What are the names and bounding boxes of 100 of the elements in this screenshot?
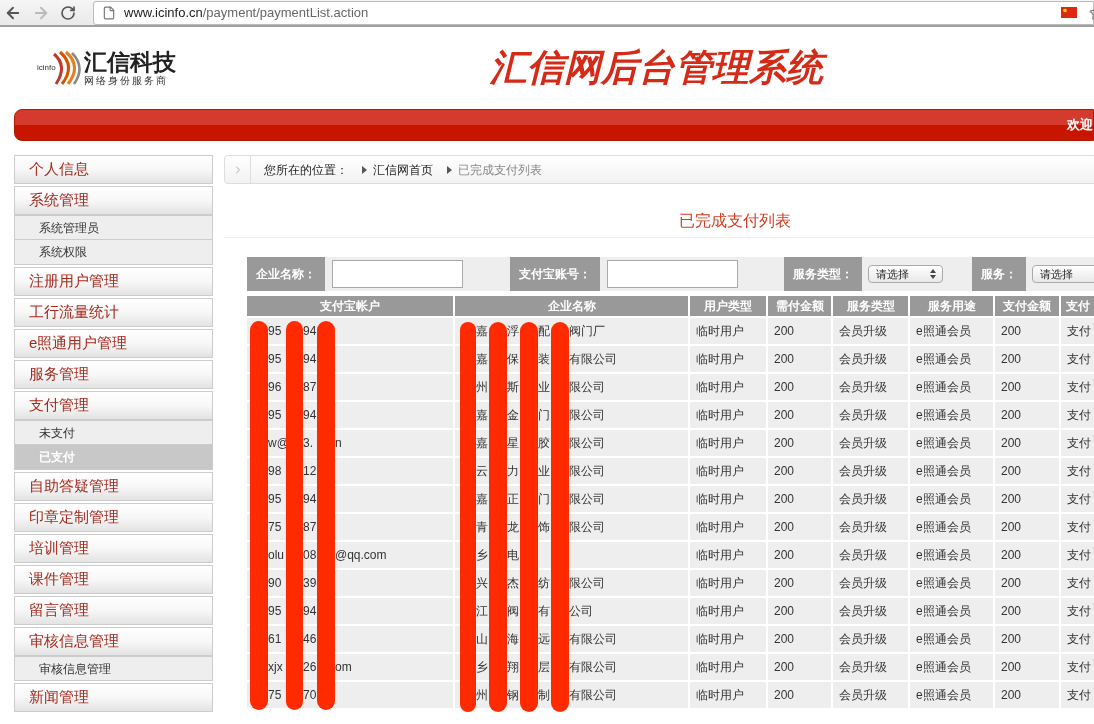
cell-text: n xyxy=(335,435,343,452)
select-dropdown[interactable]: 请选择 xyxy=(868,265,943,283)
sidebar-item[interactable]: 培训管理 xyxy=(14,534,213,563)
sidebar-item[interactable]: 留言管理 xyxy=(14,596,213,625)
cell-text: 95 xyxy=(268,323,283,340)
table-cell: e照通会员 xyxy=(910,626,993,652)
cell-text: 3. xyxy=(303,435,314,452)
sidebar-item[interactable]: 审核信息管理 xyxy=(14,627,213,656)
cell-text: 力 xyxy=(507,463,520,480)
table-cell: 会员升级 xyxy=(833,514,908,540)
table-cell: 临时用户 xyxy=(690,626,766,652)
breadcrumb-link[interactable]: 汇信网首页 xyxy=(373,160,433,179)
select-dropdown[interactable]: 请选择 xyxy=(1032,265,1094,283)
table-cell: 支付 xyxy=(1061,458,1094,484)
sidebar-item[interactable]: 自助答疑管理 xyxy=(14,472,213,501)
table-cell: 支付 xyxy=(1061,598,1094,624)
column-header: 服务类型 xyxy=(833,296,908,316)
cell-text: 94 xyxy=(303,407,317,424)
cell-text: 限公司 xyxy=(569,379,606,396)
table-cell: 临时用户 xyxy=(690,570,766,596)
table-cell: 会员升级 xyxy=(833,542,908,568)
logo-name: 汇信科技 xyxy=(83,49,176,75)
cell-text: 兴 xyxy=(476,575,489,592)
sidebar-item[interactable]: 工行流量统计 xyxy=(14,298,213,327)
cell-text: 限公司 xyxy=(569,407,606,424)
table-cell: e照通会员 xyxy=(910,430,993,456)
column-header: 支付宝帐户 xyxy=(247,296,453,316)
table-cell: 会员升级 xyxy=(833,430,908,456)
text-input[interactable] xyxy=(332,260,463,288)
table-cell: e照通会员 xyxy=(910,402,993,428)
sidebar-item[interactable]: 新闻管理 xyxy=(14,683,213,712)
cell-text: 青 xyxy=(476,519,489,536)
table-cell: 会员升级 xyxy=(833,458,908,484)
cell-text: om xyxy=(335,659,353,676)
text-input[interactable] xyxy=(607,260,738,288)
sidebar-subitem[interactable]: 系统管理员 xyxy=(14,215,213,240)
table-cell: 200 xyxy=(995,654,1059,680)
sidebar-subitem[interactable]: 审核信息管理 xyxy=(14,656,213,681)
cell-text: 乡 xyxy=(476,659,489,676)
cell-text: 金 xyxy=(507,407,520,424)
table-cell: 200 xyxy=(995,598,1059,624)
reload-icon[interactable] xyxy=(60,4,76,21)
sidebar-subitem[interactable]: 未支付 xyxy=(14,420,213,445)
cell-text: 70 xyxy=(303,687,317,704)
filter-label: 企业名称： xyxy=(247,257,325,291)
triangle-right-icon xyxy=(447,165,452,174)
triangle-right-icon xyxy=(362,165,367,174)
sidebar-item[interactable]: 服务管理 xyxy=(14,360,213,389)
cell-text: 龙 xyxy=(507,519,520,536)
filter-label: 服务类型： xyxy=(784,257,862,291)
column-header: 支付 xyxy=(1061,296,1094,316)
cell-text: 嘉 xyxy=(476,407,489,424)
table-cell: 临时用户 xyxy=(690,598,766,624)
cell-text: 浮 xyxy=(507,323,520,340)
table-cell: e照通会员 xyxy=(910,346,993,372)
cell-text: 有限公司 xyxy=(569,631,618,648)
sidebar-item[interactable]: 个人信息 xyxy=(14,155,213,184)
table-cell: 支付 xyxy=(1061,626,1094,652)
sidebar-item[interactable]: 课件管理 xyxy=(14,565,213,594)
address-bar[interactable]: www.icinfo.cn/payment/paymentList.action xyxy=(93,0,1094,25)
column-header: 用户类型 xyxy=(690,296,766,316)
table-cell: 会员升级 xyxy=(833,626,908,652)
sidebar-item[interactable]: e照通用户管理 xyxy=(14,329,213,358)
table-cell: 200 xyxy=(768,402,831,428)
sidebar-item[interactable]: 印章定制管理 xyxy=(14,503,213,532)
table-cell: e照通会员 xyxy=(910,318,993,344)
flag-icon xyxy=(1061,7,1077,18)
cell-text: 限公司 xyxy=(569,519,606,536)
sidebar-item[interactable]: 系统管理 xyxy=(14,186,213,215)
table-cell: e照通会员 xyxy=(910,458,993,484)
table-cell: 临时用户 xyxy=(690,318,766,344)
cell-text: 有限公司 xyxy=(569,351,618,368)
cell-text: 96 xyxy=(268,379,283,396)
cell-text: 75 xyxy=(268,519,283,536)
table-cell: 临时用户 xyxy=(690,402,766,428)
cell-text: 杰 xyxy=(507,575,520,592)
table-cell: 200 xyxy=(768,318,831,344)
breadcrumb-prefix: 您所在的位置： xyxy=(264,161,348,179)
cell-text: 星 xyxy=(507,435,520,452)
cell-text: 远 xyxy=(538,631,551,648)
table-cell: 200 xyxy=(995,542,1059,568)
cell-text: 制 xyxy=(538,687,551,704)
sidebar-item[interactable]: 注册用户管理 xyxy=(14,267,213,296)
cell-text: 州 xyxy=(476,687,489,704)
table-cell: 支付 xyxy=(1061,542,1094,568)
cell-text: 08 xyxy=(303,547,317,564)
table-cell: 200 xyxy=(995,374,1059,400)
table-cell: 会员升级 xyxy=(833,570,908,596)
sidebar-subitem[interactable]: 系统权限 xyxy=(14,240,213,265)
table-cell: 支付 xyxy=(1061,346,1094,372)
sidebar-item[interactable]: 支付管理 xyxy=(14,391,213,420)
cell-text: 胶 xyxy=(538,435,551,452)
table-cell: 会员升级 xyxy=(833,402,908,428)
table-cell: e照通会员 xyxy=(910,486,993,512)
table-cell: 200 xyxy=(768,682,831,708)
table-cell: 会员升级 xyxy=(833,318,908,344)
table-cell: 会员升级 xyxy=(833,682,908,708)
cell-text: 12 xyxy=(303,463,317,480)
table-cell: 会员升级 xyxy=(833,486,908,512)
cell-text: 阀 xyxy=(507,603,520,620)
